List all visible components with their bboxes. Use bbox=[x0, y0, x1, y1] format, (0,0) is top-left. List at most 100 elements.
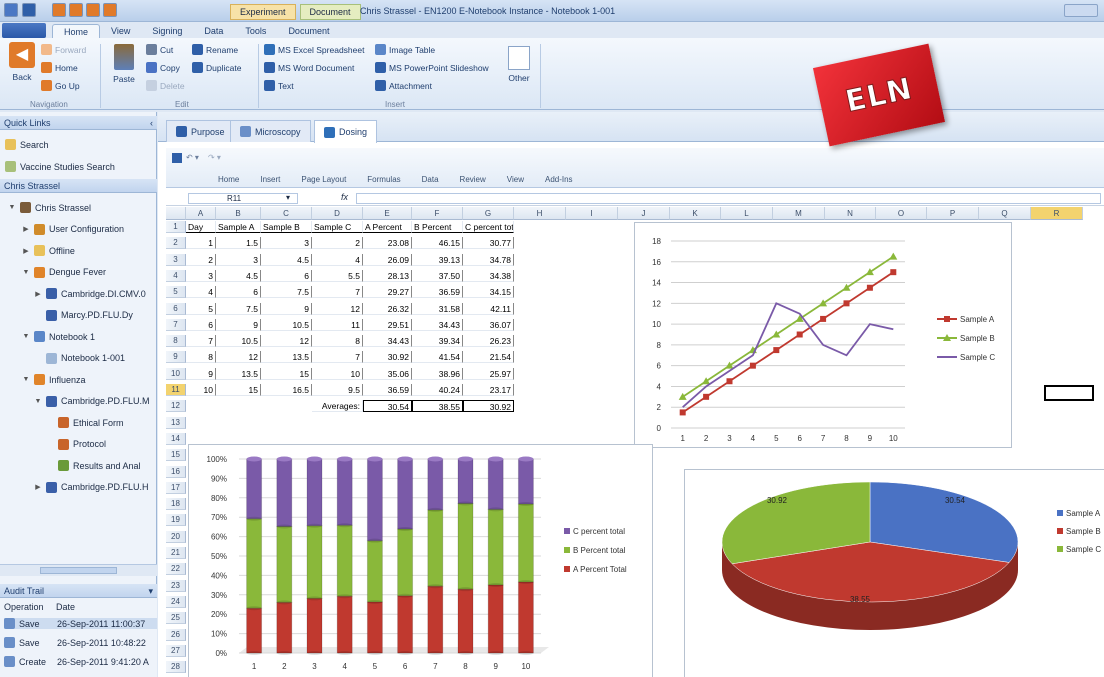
cell[interactable]: 34.43 bbox=[412, 318, 463, 331]
cell[interactable]: 5.5 bbox=[312, 269, 363, 282]
row-header[interactable]: 1 bbox=[166, 221, 186, 233]
name-box[interactable]: R11 bbox=[188, 193, 298, 204]
row-header[interactable]: 28 bbox=[166, 661, 186, 674]
delete-button[interactable]: Delete bbox=[146, 80, 185, 91]
audit-column-operation[interactable]: Operation bbox=[4, 602, 44, 612]
cell[interactable]: 23.08 bbox=[363, 237, 412, 250]
excel-menu-item[interactable]: View bbox=[507, 175, 524, 184]
column-header[interactable]: D bbox=[312, 207, 363, 220]
cell[interactable]: 30.77 bbox=[463, 237, 514, 250]
row-header[interactable]: 3 bbox=[166, 253, 186, 266]
cell[interactable]: 7 bbox=[312, 351, 363, 364]
cell[interactable]: 41.54 bbox=[412, 351, 463, 364]
cell[interactable]: 2 bbox=[312, 237, 363, 250]
cell[interactable]: 2 bbox=[186, 253, 216, 266]
row-header[interactable]: 19 bbox=[166, 514, 186, 527]
duplicate-button[interactable]: Duplicate bbox=[192, 62, 241, 73]
back-button[interactable]: ◀ Back bbox=[6, 42, 38, 92]
row-header[interactable]: 4 bbox=[166, 269, 186, 282]
cell[interactable]: 9 bbox=[261, 302, 312, 315]
cell[interactable]: 6 bbox=[261, 269, 312, 282]
tree-item[interactable]: Protocol bbox=[46, 438, 106, 450]
cell[interactable]: 9 bbox=[186, 367, 216, 380]
column-header[interactable]: M bbox=[773, 207, 825, 220]
redo-icon[interactable]: ↷ ▾ bbox=[208, 153, 221, 162]
cell[interactable]: 8 bbox=[312, 335, 363, 348]
cell[interactable]: 6 bbox=[186, 318, 216, 331]
collapse-icon[interactable]: ▾ bbox=[148, 586, 153, 597]
pie-chart[interactable]: 30.54 38.55 30.92 Sample A Sample B Sample C bbox=[684, 469, 1104, 677]
tree-item[interactable]: ▼ Notebook 1 bbox=[22, 331, 95, 342]
audit-row[interactable]: Create 26-Sep-2011 9:41:20 A bbox=[4, 656, 157, 667]
excel-menu-item[interactable]: Data bbox=[422, 175, 439, 184]
column-header[interactable]: G bbox=[463, 207, 514, 220]
home-button[interactable]: Home bbox=[41, 62, 78, 73]
cell[interactable]: 1.5 bbox=[216, 237, 261, 250]
cell[interactable]: 39.34 bbox=[412, 335, 463, 348]
cell[interactable]: 25.97 bbox=[463, 367, 514, 380]
column-header[interactable]: A bbox=[186, 207, 216, 220]
column-header[interactable]: I bbox=[566, 207, 618, 220]
cell[interactable]: 26.23 bbox=[463, 335, 514, 348]
row-header[interactable]: 20 bbox=[166, 530, 186, 543]
cell[interactable]: 12 bbox=[261, 335, 312, 348]
row-header[interactable]: 10 bbox=[166, 367, 186, 380]
cell[interactable]: C percent total bbox=[463, 221, 514, 233]
collapse-icon[interactable]: ‹ bbox=[150, 118, 153, 128]
cell[interactable]: 30.54 bbox=[363, 400, 412, 413]
row-header[interactable]: 13 bbox=[166, 416, 186, 429]
insert-word-button[interactable]: MS Word Document bbox=[264, 62, 354, 73]
horizontal-scrollbar[interactable] bbox=[0, 564, 157, 576]
context-tab-document[interactable]: Document bbox=[299, 4, 361, 20]
insert-excel-button[interactable]: MS Excel Spreadsheet bbox=[264, 44, 364, 55]
cell[interactable]: 7.5 bbox=[216, 302, 261, 315]
column-header[interactable]: R bbox=[1031, 207, 1083, 220]
rename-button[interactable]: Rename bbox=[192, 44, 238, 55]
row-header[interactable]: 17 bbox=[166, 481, 186, 494]
undo-icon[interactable]: ↶ ▾ bbox=[186, 153, 199, 162]
row-header[interactable]: 25 bbox=[166, 612, 186, 625]
forward-button[interactable]: Forward bbox=[41, 44, 86, 55]
name-box-dropdown-icon[interactable]: ▾ bbox=[286, 193, 290, 202]
tree-toggle-icon[interactable]: ▶ bbox=[22, 247, 30, 255]
quick-links-header[interactable]: Quick Links ‹ bbox=[0, 116, 157, 130]
cell[interactable]: 9.5 bbox=[312, 384, 363, 396]
line-chart[interactable]: 0 2 4 6 8 10 12 14 16 18 1 2 3 4 5 6 7 8 9 10 Sample A Sample… bbox=[634, 222, 1012, 448]
cell[interactable]: Sample A bbox=[216, 221, 261, 233]
row-header[interactable]: 18 bbox=[166, 498, 186, 511]
cell[interactable]: 34.78 bbox=[463, 253, 514, 266]
tree-item[interactable]: ▶ User Configuration bbox=[22, 223, 124, 235]
cell[interactable]: 8 bbox=[186, 351, 216, 364]
tree-item[interactable]: ▶ Offline bbox=[22, 245, 75, 256]
doc-tab-purpose[interactable]: Purpose bbox=[166, 120, 235, 142]
stacked-bar-chart[interactable]: 0% 10% 20% 30% 40% 50% 60% 70% 80% 90% 100% 1 2 3 4 5 6 7… bbox=[188, 444, 653, 677]
selected-cell[interactable] bbox=[1044, 385, 1094, 401]
cell[interactable]: 28.13 bbox=[363, 269, 412, 282]
cell[interactable]: 38.55 bbox=[412, 400, 463, 413]
cell[interactable]: 7 bbox=[312, 286, 363, 299]
cell[interactable]: 3 bbox=[261, 237, 312, 250]
row-header[interactable]: 8 bbox=[166, 335, 186, 348]
context-tab-experiment[interactable]: Experiment bbox=[230, 4, 296, 20]
row-header[interactable]: 22 bbox=[166, 563, 186, 576]
cell[interactable]: 29.51 bbox=[363, 318, 412, 331]
cell[interactable]: 3 bbox=[216, 253, 261, 266]
cell[interactable]: 34.38 bbox=[463, 269, 514, 282]
cell[interactable]: 42.11 bbox=[463, 302, 514, 315]
row-header[interactable]: 15 bbox=[166, 449, 186, 462]
doc-tab-dosing[interactable]: Dosing bbox=[314, 120, 378, 143]
cell[interactable]: 6 bbox=[216, 286, 261, 299]
insert-text-button[interactable]: Text bbox=[264, 80, 294, 91]
cell[interactable]: 46.15 bbox=[412, 237, 463, 250]
tab-signing[interactable]: Signing bbox=[141, 24, 193, 39]
cell[interactable]: 4 bbox=[186, 286, 216, 299]
row-header[interactable]: 21 bbox=[166, 547, 186, 559]
cell[interactable]: 7 bbox=[186, 335, 216, 348]
cell[interactable]: 38.96 bbox=[412, 367, 463, 380]
row-header[interactable]: 2 bbox=[166, 237, 186, 250]
quick-link-search[interactable]: Search bbox=[5, 139, 49, 150]
insert-attachment-button[interactable]: Attachment bbox=[375, 80, 432, 91]
function-icon[interactable]: fx bbox=[341, 192, 348, 202]
insert-image-table-button[interactable]: Image Table bbox=[375, 44, 435, 55]
row-header[interactable]: 26 bbox=[166, 628, 186, 641]
